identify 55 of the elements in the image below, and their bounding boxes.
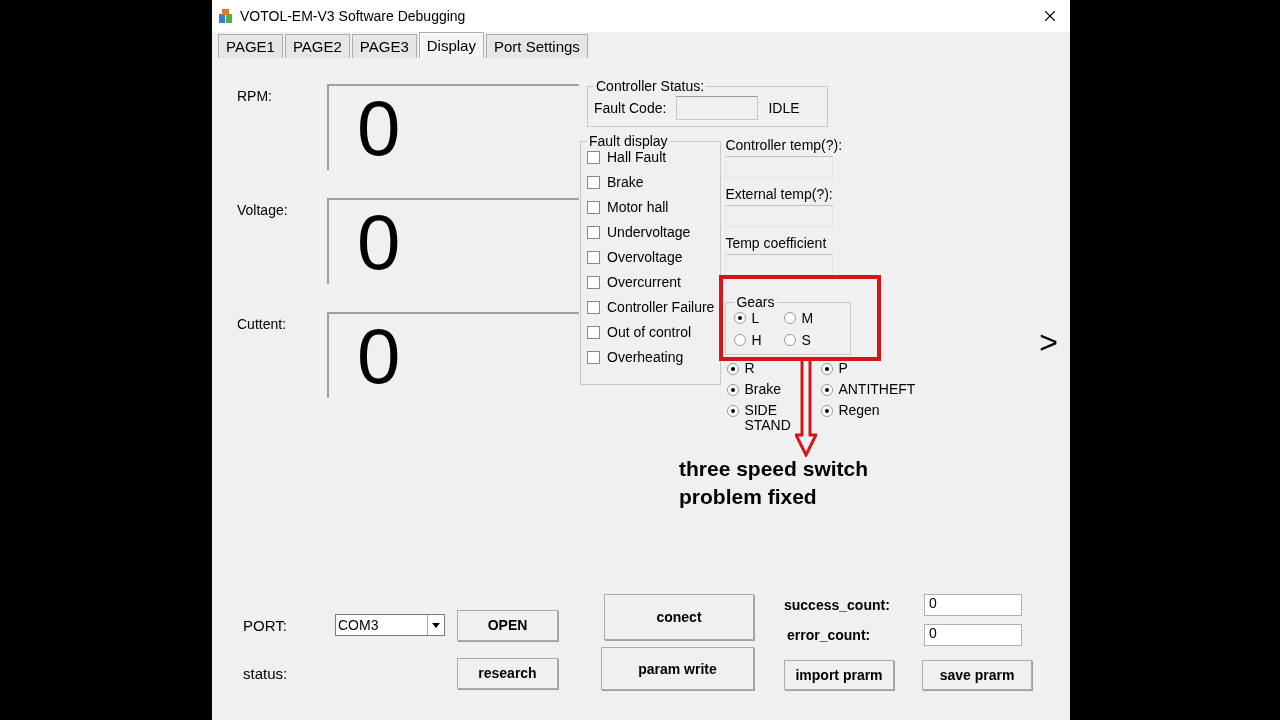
tab[interactable]: PAGE3	[351, 34, 417, 58]
counter-label: success_count:	[784, 597, 891, 613]
tab[interactable]: Display	[418, 32, 484, 58]
fault-checkbox[interactable]: Motor hall	[587, 199, 715, 215]
research-button[interactable]: research	[457, 657, 558, 689]
fault-checkbox[interactable]: Overvoltage	[587, 249, 715, 265]
counter-label: error_count:	[787, 627, 872, 643]
readout-label: Cuttent:	[237, 316, 288, 332]
readout-value: 0	[357, 317, 401, 395]
app-icon	[218, 8, 234, 24]
counter-field: 0	[924, 594, 1022, 616]
fault-checkbox[interactable]: Hall Fault	[587, 149, 715, 165]
action-button[interactable]: conect	[604, 594, 754, 640]
temp-label: External temp(?):	[725, 186, 834, 202]
status-label: status:	[243, 664, 289, 682]
file-button[interactable]: import prarm	[784, 660, 894, 690]
indicator-radio[interactable]: P	[821, 361, 912, 376]
readout-value: 0	[357, 89, 401, 167]
fault-checkbox[interactable]: Out of control	[587, 324, 715, 340]
gear-radio[interactable]: L	[734, 310, 785, 326]
indicator-radio[interactable]: Regen	[821, 403, 912, 433]
readout-label: RPM:	[237, 88, 273, 104]
indicator-radio[interactable]: Brake	[727, 382, 796, 397]
port-select[interactable]: COM3	[335, 614, 445, 636]
group-title: Gears	[735, 294, 776, 310]
next-page-arrow[interactable]: >	[1039, 326, 1058, 586]
fault-checkbox[interactable]: Overheating	[587, 349, 715, 365]
group-title: Controller Status:	[595, 78, 706, 94]
window-title: VOTOL-EM-V3 Software Debugging	[240, 8, 467, 24]
indicator-radio[interactable]: R	[727, 361, 796, 376]
controller-state: IDLE	[768, 100, 800, 116]
temp-label: Temp coefficient	[725, 235, 828, 251]
counter-field: 0	[924, 624, 1022, 646]
fault-checkbox[interactable]: Brake	[587, 174, 715, 190]
temp-label: Controller temp(?):	[725, 137, 844, 153]
readout-value: 0	[357, 203, 401, 281]
tab[interactable]: PAGE1	[218, 34, 283, 58]
caret-icon	[432, 622, 440, 628]
readout-label: Voltage:	[237, 202, 289, 218]
fault-checkbox[interactable]: Controller Failure	[587, 299, 715, 315]
fault-checkbox[interactable]: Overcurrent	[587, 274, 715, 290]
fault-checkbox[interactable]: Undervoltage	[587, 224, 715, 240]
group-title: Fault display	[588, 133, 669, 149]
tab[interactable]: Port Settings	[485, 34, 588, 58]
fault-code-label: Fault Code:	[594, 100, 667, 116]
open-button[interactable]: OPEN	[457, 609, 558, 641]
gear-radio[interactable]: S	[784, 332, 835, 348]
action-button[interactable]: param write	[601, 647, 754, 690]
port-label: PORT:	[243, 616, 288, 634]
gear-radio[interactable]: H	[734, 332, 785, 348]
gear-radio[interactable]: M	[784, 310, 835, 326]
file-button[interactable]: save prarm	[922, 660, 1032, 690]
annotation-text: three speed switch problem fixed	[679, 456, 869, 510]
indicator-radio[interactable]: SIDE STAND	[727, 403, 796, 433]
tab[interactable]: PAGE2	[284, 34, 350, 58]
